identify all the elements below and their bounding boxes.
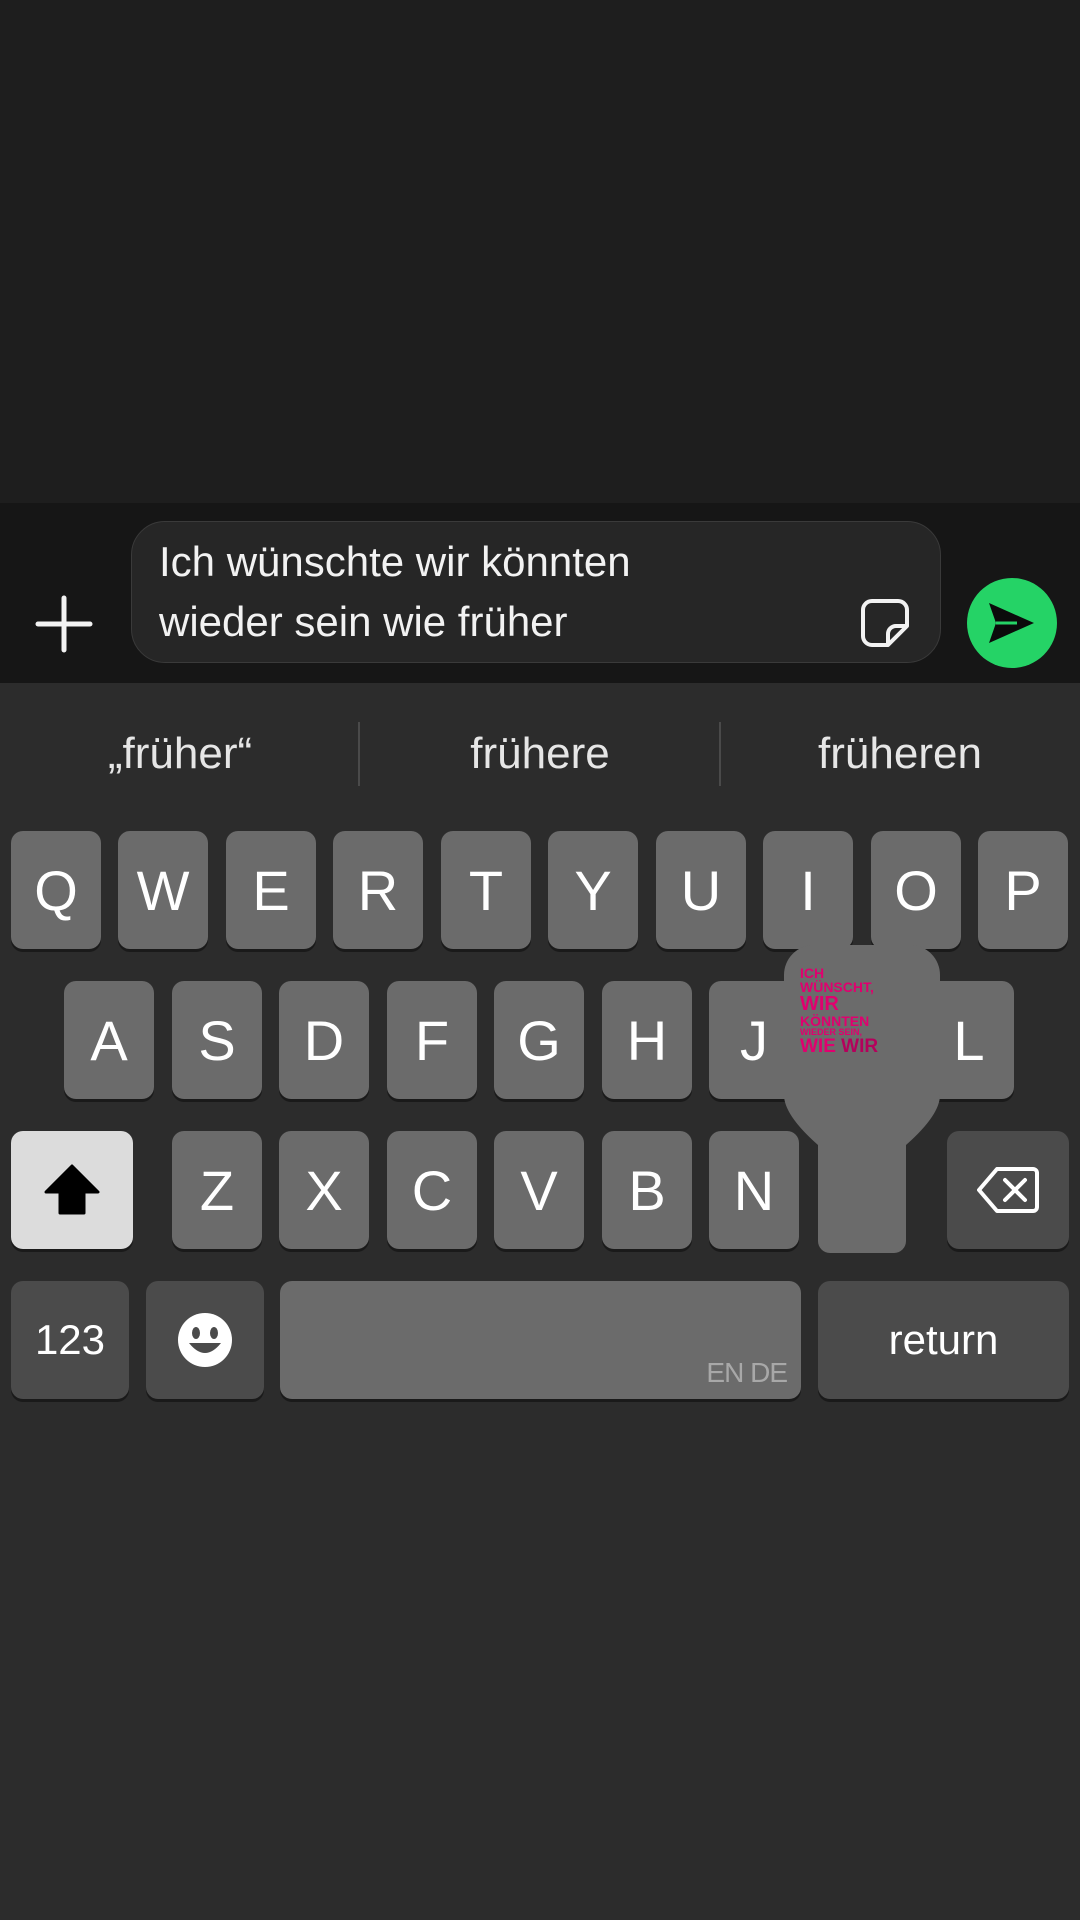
key-x[interactable]: X [279, 1131, 369, 1249]
key-r[interactable]: R [333, 831, 423, 949]
key-e[interactable]: E [226, 831, 316, 949]
sticker-line: WIR [800, 993, 839, 1015]
key-p[interactable]: P [978, 831, 1068, 949]
key-a[interactable]: A [64, 981, 154, 1099]
key-c[interactable]: C [387, 1131, 477, 1249]
key-s[interactable]: S [172, 981, 262, 1099]
suggestion-3[interactable]: früheren [720, 712, 1080, 796]
key-q[interactable]: Q [11, 831, 101, 949]
key-w[interactable]: W [118, 831, 208, 949]
key-b[interactable]: B [602, 1131, 692, 1249]
suggestion-1[interactable]: „früher“ [0, 712, 360, 796]
key-f[interactable]: F [387, 981, 477, 1099]
key-g[interactable]: G [494, 981, 584, 1099]
space-key[interactable]: EN DE [280, 1281, 801, 1399]
sticker-line: WIE WIR [800, 1037, 910, 1056]
sticker-word: WIR [841, 1036, 879, 1057]
key-z[interactable]: Z [172, 1131, 262, 1249]
sticker-line: WÜNSCHT, [800, 979, 874, 995]
backspace-key[interactable] [947, 1131, 1069, 1249]
key-o[interactable]: O [871, 831, 961, 949]
key-h[interactable]: H [602, 981, 692, 1099]
send-button[interactable] [967, 578, 1057, 668]
key-t[interactable]: T [441, 831, 531, 949]
emoji-key[interactable] [146, 1281, 264, 1399]
shift-icon [44, 1164, 100, 1215]
send-icon [989, 603, 1034, 643]
key-i[interactable]: I [763, 831, 853, 949]
emoji-icon [178, 1313, 232, 1367]
sticker-line: ICH [800, 965, 825, 981]
sticker-preview-text: ICH WÜNSCHT, WIR KÖNNTEN WIEDER SEIN, WI… [800, 966, 910, 1056]
sticker-button[interactable] [858, 596, 912, 650]
key-u[interactable]: U [656, 831, 746, 949]
key-v[interactable]: V [494, 1131, 584, 1249]
attach-plus-button[interactable] [32, 592, 96, 656]
plus-icon [35, 595, 93, 653]
numbers-key[interactable]: 123 [11, 1281, 129, 1399]
suggestion-2[interactable]: frühere [360, 712, 720, 796]
message-input[interactable]: Ich wünschte wir könnten wieder sein wie… [131, 521, 941, 663]
return-key[interactable]: return [818, 1281, 1069, 1399]
backspace-icon [977, 1167, 1039, 1213]
key-d[interactable]: D [279, 981, 369, 1099]
key-y[interactable]: Y [548, 831, 638, 949]
shift-key[interactable] [11, 1131, 133, 1249]
message-input-text: Ich wünschte wir könnten wieder sein wie… [159, 538, 631, 645]
sticker-line: KÖNNTEN [800, 1013, 870, 1029]
space-language-label: EN DE [706, 1357, 788, 1388]
sticker-word: WIE [800, 1036, 836, 1057]
chat-area [0, 0, 1080, 503]
sticker-icon [861, 599, 909, 647]
